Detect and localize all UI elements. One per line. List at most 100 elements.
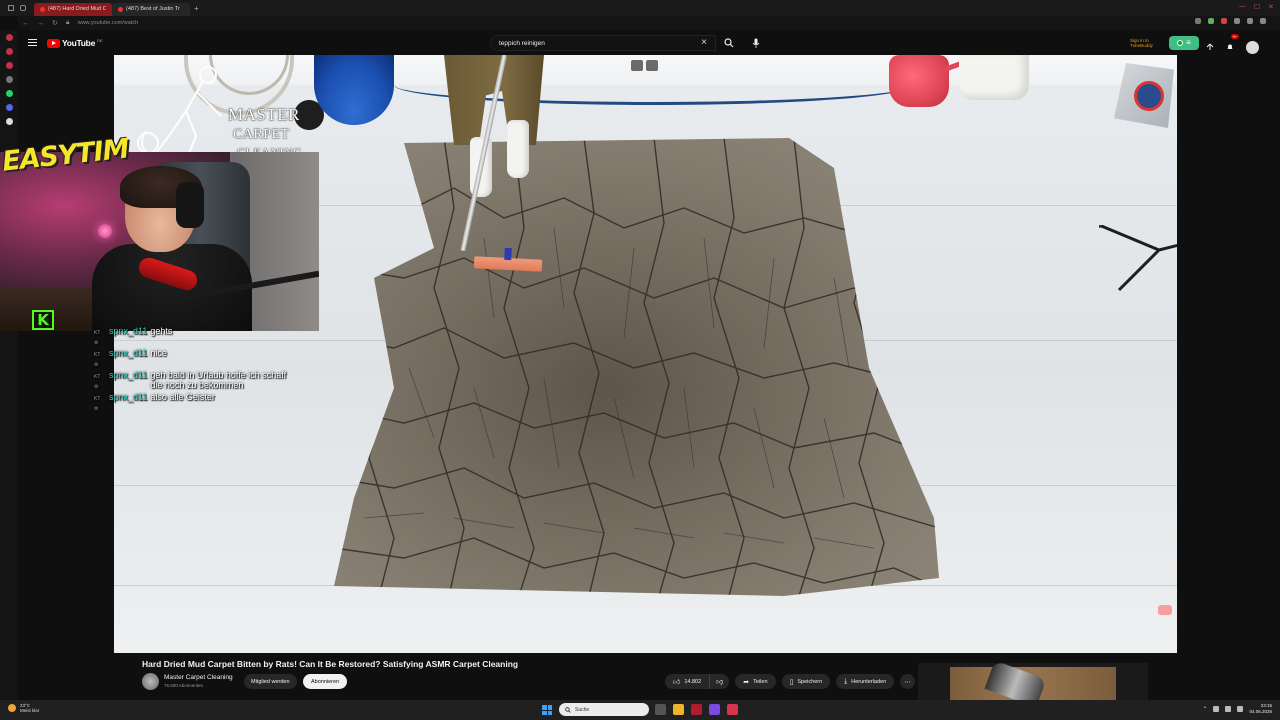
system-clock[interactable]: 23:15 04.06.2026 (1249, 703, 1272, 715)
master-carpet-cleaning-watermark: MASTER CARPET CLEANING (126, 61, 316, 161)
url-field[interactable]: www.youtube.com/watch (78, 20, 139, 26)
file-explorer-icon[interactable] (673, 704, 684, 715)
tubebuddy-signin-link[interactable]: Sign in to TubeBuddy (1130, 38, 1153, 48)
pip-icon[interactable] (631, 60, 643, 71)
shield-icon[interactable] (1221, 18, 1227, 24)
clear-search-icon[interactable]: × (701, 37, 707, 48)
channel-watermark-icon[interactable] (1158, 605, 1172, 615)
like-dislike-group: 👍︎ 14.802 👎︎ (665, 674, 730, 689)
weather-widget[interactable]: 23°C Meist klar (8, 703, 39, 713)
youtube-favicon-icon (118, 6, 123, 12)
channel-avatar[interactable] (142, 673, 159, 690)
cinema-mode-icon[interactable] (646, 60, 658, 71)
share-arrow-icon: ➦ (743, 678, 750, 686)
back-icon[interactable]: ← (22, 20, 29, 27)
account-avatar[interactable] (1246, 40, 1259, 54)
microphone-icon (752, 38, 760, 48)
windows-start-icon[interactable] (542, 705, 552, 715)
youtube-logo[interactable]: YouTube DE (47, 38, 103, 48)
chat-badges: KT ⚙ (94, 330, 101, 346)
minimize-icon[interactable]: — (1239, 3, 1246, 11)
divider-icon (5, 76, 13, 83)
upload-icon[interactable] (1206, 43, 1214, 51)
tubebuddy-icon (1177, 40, 1184, 46)
volume-icon[interactable] (1225, 706, 1232, 712)
pink-lamp (98, 224, 112, 238)
tab-title: (487) Hard Dried Mud Ca (48, 6, 106, 12)
kick-letter: K (37, 311, 49, 329)
bell-icon (1227, 44, 1233, 49)
white-jug (959, 55, 1029, 100)
extension-icon[interactable] (1208, 18, 1214, 24)
voice-search-button[interactable] (748, 35, 764, 51)
notifications-button[interactable]: 9+ (1226, 34, 1239, 56)
app-icon[interactable] (709, 704, 720, 715)
chat-text: nice (150, 348, 167, 358)
battery-icon[interactable] (1237, 706, 1244, 712)
network-icon[interactable] (1213, 706, 1220, 712)
taskbar-search-input[interactable]: Suche (559, 703, 649, 716)
chat-message: KT ⚙ spnx_d11 gehts (94, 326, 334, 348)
download-button[interactable]: ⤓ Herunterladen (836, 674, 895, 689)
taskbar-apps (655, 704, 738, 715)
tab-best-of[interactable]: (487) Best of Justin Tr (112, 2, 190, 16)
save-button[interactable]: ▯ Speichern (781, 674, 831, 689)
chat-username: spnx_d11 (109, 370, 148, 380)
chat-username: spnx_d11 (109, 392, 148, 402)
subscribe-button[interactable]: Abonnieren (303, 674, 348, 689)
whatsapp-icon[interactable] (5, 90, 13, 97)
music-icon[interactable] (5, 62, 13, 69)
tab-actions-icon[interactable] (20, 5, 26, 11)
reload-icon[interactable]: ↻ (52, 19, 58, 27)
more-actions-button[interactable]: ⋯ (900, 674, 916, 689)
channel-name[interactable]: Master Carpet Cleaning (164, 674, 233, 681)
share-icon[interactable] (1234, 18, 1240, 24)
bookmark-icon[interactable] (1195, 18, 1201, 24)
thumbs-down-icon: 👎︎ (716, 679, 724, 686)
new-tab-button[interactable]: + (194, 4, 199, 13)
tubebuddy-button[interactable]: ≡ (1169, 36, 1199, 50)
chat-username: spnx_d11 (109, 326, 148, 336)
search-button[interactable] (718, 35, 740, 51)
country-code: DE (97, 37, 103, 43)
close-icon[interactable]: ✕ (1268, 3, 1274, 11)
x-twitter-icon[interactable] (5, 118, 13, 125)
opera-gx-icon[interactable] (691, 704, 702, 715)
join-button[interactable]: Mitglied werden (244, 674, 297, 689)
menu-icon[interactable] (1260, 18, 1266, 24)
chat-badges: KT ⚙ (94, 374, 101, 390)
search-query: teppich reinigen (499, 40, 545, 47)
chrome-like-icon[interactable] (727, 704, 738, 715)
share-label: Teilen (753, 678, 768, 685)
download-icon[interactable] (1247, 18, 1253, 24)
streamer-webcam (0, 152, 319, 331)
bookmark-icon: ▯ (789, 678, 794, 686)
gx-corner-icon[interactable] (5, 48, 13, 55)
browser-sidebar (0, 30, 18, 700)
share-button[interactable]: ➦ Teilen (735, 674, 776, 689)
system-tray: ⌃ 23:15 04.06.2026 (1202, 703, 1272, 715)
list-icon: ≡ (1186, 38, 1191, 47)
download-icon: ⤓ (844, 677, 848, 685)
chat-username: spnx_d11 (109, 348, 148, 358)
tripod (1099, 225, 1177, 292)
maximize-icon[interactable]: ☐ (1254, 3, 1260, 11)
chevron-up-icon[interactable]: ⌃ (1202, 706, 1207, 713)
window-controls: — ☐ ✕ (1239, 3, 1274, 11)
recommended-video-thumbnail[interactable] (918, 663, 1148, 700)
tab-title: (487) Best of Justin Tr (126, 6, 180, 12)
forward-icon[interactable]: → (37, 20, 44, 27)
lock-icon: 🔒︎ (65, 19, 70, 26)
chat-text: also alle Geister (150, 392, 215, 402)
opera-icon[interactable] (5, 34, 13, 41)
menu-hamburger-icon[interactable] (28, 39, 37, 46)
search-input[interactable]: teppich reinigen × (490, 35, 716, 51)
tab-youtube-video[interactable]: (487) Hard Dried Mud Ca (34, 2, 112, 16)
chat-badges: KT ⚙ (94, 352, 101, 368)
dislike-button[interactable]: 👎︎ (710, 674, 730, 689)
like-button[interactable]: 👍︎ 14.802 (665, 674, 711, 689)
workspace-icon[interactable] (8, 5, 14, 11)
thumbs-up-icon: 👍︎ (673, 679, 681, 686)
discord-icon[interactable] (5, 104, 13, 111)
task-view-icon[interactable] (655, 704, 666, 715)
